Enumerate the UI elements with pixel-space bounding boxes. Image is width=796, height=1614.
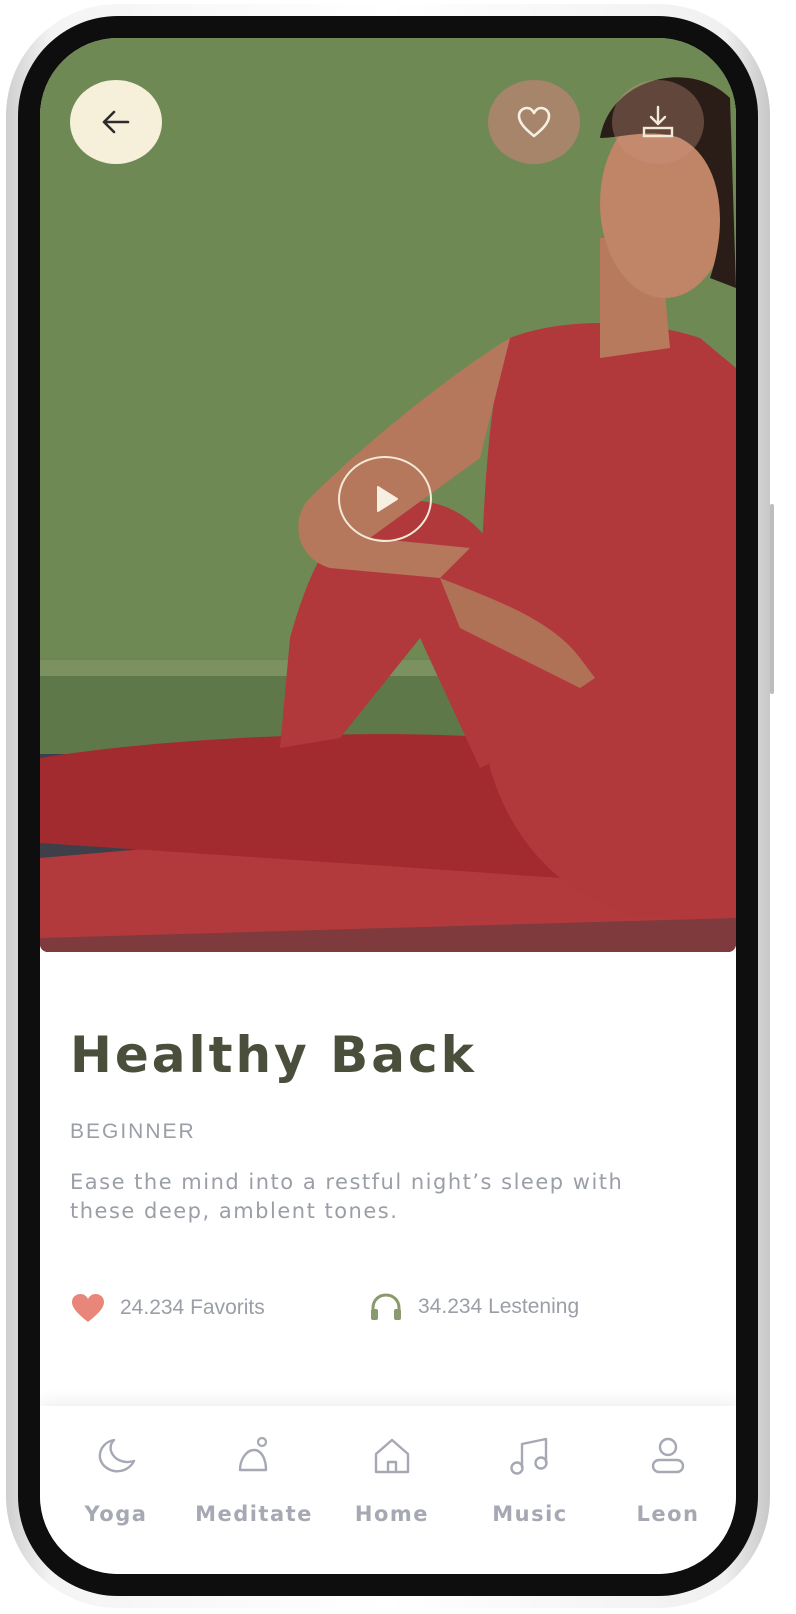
nav-item-home[interactable]: Home (332, 1436, 452, 1526)
hero-image (40, 38, 736, 952)
favorites-stat: 24.234 Favorits (70, 1292, 265, 1324)
nav-item-profile[interactable]: Leon (608, 1436, 728, 1526)
nav-item-meditate[interactable]: Meditate (194, 1436, 314, 1526)
meditate-icon (238, 1436, 268, 1472)
nav-item-yoga[interactable]: Yoga (56, 1436, 176, 1526)
nav-label-profile: Leon (636, 1502, 700, 1526)
listening-count: 34.234 Lestening (418, 1295, 580, 1318)
download-button[interactable] (612, 80, 704, 164)
nav-label-music: Music (492, 1502, 568, 1526)
nav-label-home: Home (354, 1502, 430, 1526)
arrow-left-icon (102, 110, 130, 134)
listening-stat: 34.234 Lestening (368, 1292, 579, 1322)
favorite-button[interactable] (488, 80, 580, 164)
home-icon (374, 1438, 410, 1474)
screen: Healthy Back BEGINNER Ease the mind into… (40, 38, 736, 1574)
heart-icon (70, 1292, 106, 1324)
phone-frame: Healthy Back BEGINNER Ease the mind into… (6, 4, 774, 1608)
nav-label-meditate: Meditate (195, 1502, 313, 1526)
nav-item-music[interactable]: Music (470, 1436, 590, 1526)
play-icon (377, 486, 398, 512)
program-level: BEGINNER (70, 1120, 196, 1143)
phone-bezel: Healthy Back BEGINNER Ease the mind into… (18, 16, 758, 1596)
program-title: Healthy Back (70, 1026, 477, 1084)
heart-outline-icon (517, 106, 551, 138)
favorites-count: 24.234 Favorits (120, 1296, 265, 1319)
download-icon (642, 105, 674, 138)
headphones-icon (368, 1292, 404, 1322)
bottom-nav: Yoga Meditate Home Music Leon (40, 1406, 736, 1574)
nav-label-yoga: Yoga (84, 1502, 148, 1526)
play-button[interactable] (338, 456, 432, 542)
music-icon (510, 1437, 548, 1475)
moon-icon (98, 1438, 136, 1473)
user-icon (651, 1437, 685, 1474)
program-description: Ease the mind into a restful night’s sle… (70, 1170, 624, 1223)
back-button[interactable] (70, 80, 162, 164)
side-button (770, 504, 774, 694)
